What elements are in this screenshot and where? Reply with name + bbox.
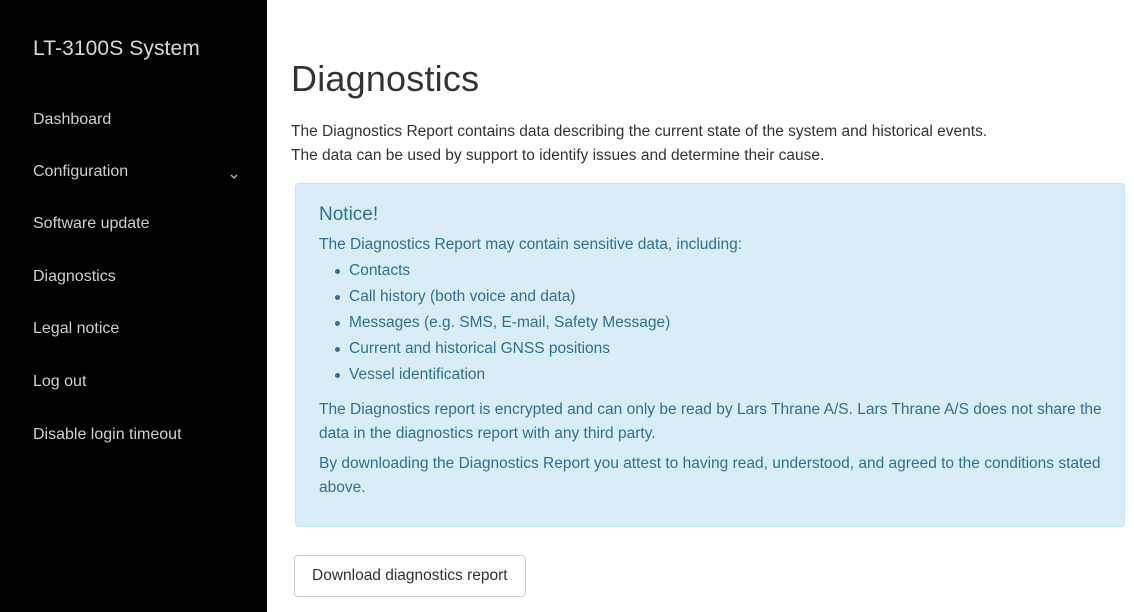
bullet-icon	[335, 347, 340, 352]
list-item-text: Current and historical GNSS positions	[349, 340, 611, 357]
bullet-icon	[335, 373, 340, 378]
intro-line: The Diagnostics Report contains data des…	[291, 123, 988, 140]
list-item-text: Call history (both voice and data)	[349, 288, 576, 305]
bullet-icon	[335, 321, 340, 326]
sidebar-item-log-out[interactable]: Log out	[33, 372, 243, 392]
sidebar-item-software-update[interactable]: Software update	[33, 214, 243, 234]
bullet-icon	[335, 295, 340, 300]
sidebar-item-legal-notice[interactable]: Legal notice	[33, 319, 243, 339]
intro-line: The data can be used by support to ident…	[291, 147, 825, 164]
intro-text: The Diagnostics Report contains data des…	[291, 120, 1134, 168]
list-item: Contacts	[329, 258, 670, 284]
list-item-text: Contacts	[349, 262, 411, 279]
list-item: Messages (e.g. SMS, E-mail, Safety Messa…	[329, 310, 670, 336]
sidebar-item-configuration[interactable]: Configuration	[33, 162, 243, 182]
consent-notice: By downloading the Diagnostics Report yo…	[319, 455, 1101, 496]
page-title: Diagnostics	[291, 58, 480, 99]
notice-alert: Notice! The Diagnostics Report may conta…	[295, 183, 1125, 527]
sidebar: LT-3100S System Dashboard Configuration …	[0, 0, 267, 612]
brand-title: LT-3100S System	[33, 37, 200, 60]
sensitive-data-list: Contacts Call history (both voice and da…	[329, 258, 670, 388]
sidebar-item-dashboard[interactable]: Dashboard	[33, 110, 243, 130]
sidebar-item-disable-login-timeout[interactable]: Disable login timeout	[33, 425, 243, 445]
chevron-down-icon[interactable]	[229, 171, 239, 181]
notice-title: Notice!	[319, 204, 379, 225]
sidebar-item-diagnostics[interactable]: Diagnostics	[33, 267, 243, 287]
list-item-text: Messages (e.g. SMS, E-mail, Safety Messa…	[349, 314, 671, 331]
notice-lead: The Diagnostics Report may contain sensi…	[319, 236, 743, 253]
main-content: Diagnostics The Diagnostics Report conta…	[267, 0, 1134, 612]
app-window: LT-3100S System Dashboard Configuration …	[0, 0, 1134, 612]
list-item: Vessel identification	[329, 362, 670, 388]
download-diagnostics-button[interactable]: Download diagnostics report	[294, 555, 526, 597]
list-item: Call history (both voice and data)	[329, 284, 670, 310]
encryption-notice: The Diagnostics report is encrypted and …	[319, 401, 1102, 442]
bullet-icon	[335, 269, 340, 274]
list-item-text: Vessel identification	[349, 366, 486, 383]
list-item: Current and historical GNSS positions	[329, 336, 670, 362]
